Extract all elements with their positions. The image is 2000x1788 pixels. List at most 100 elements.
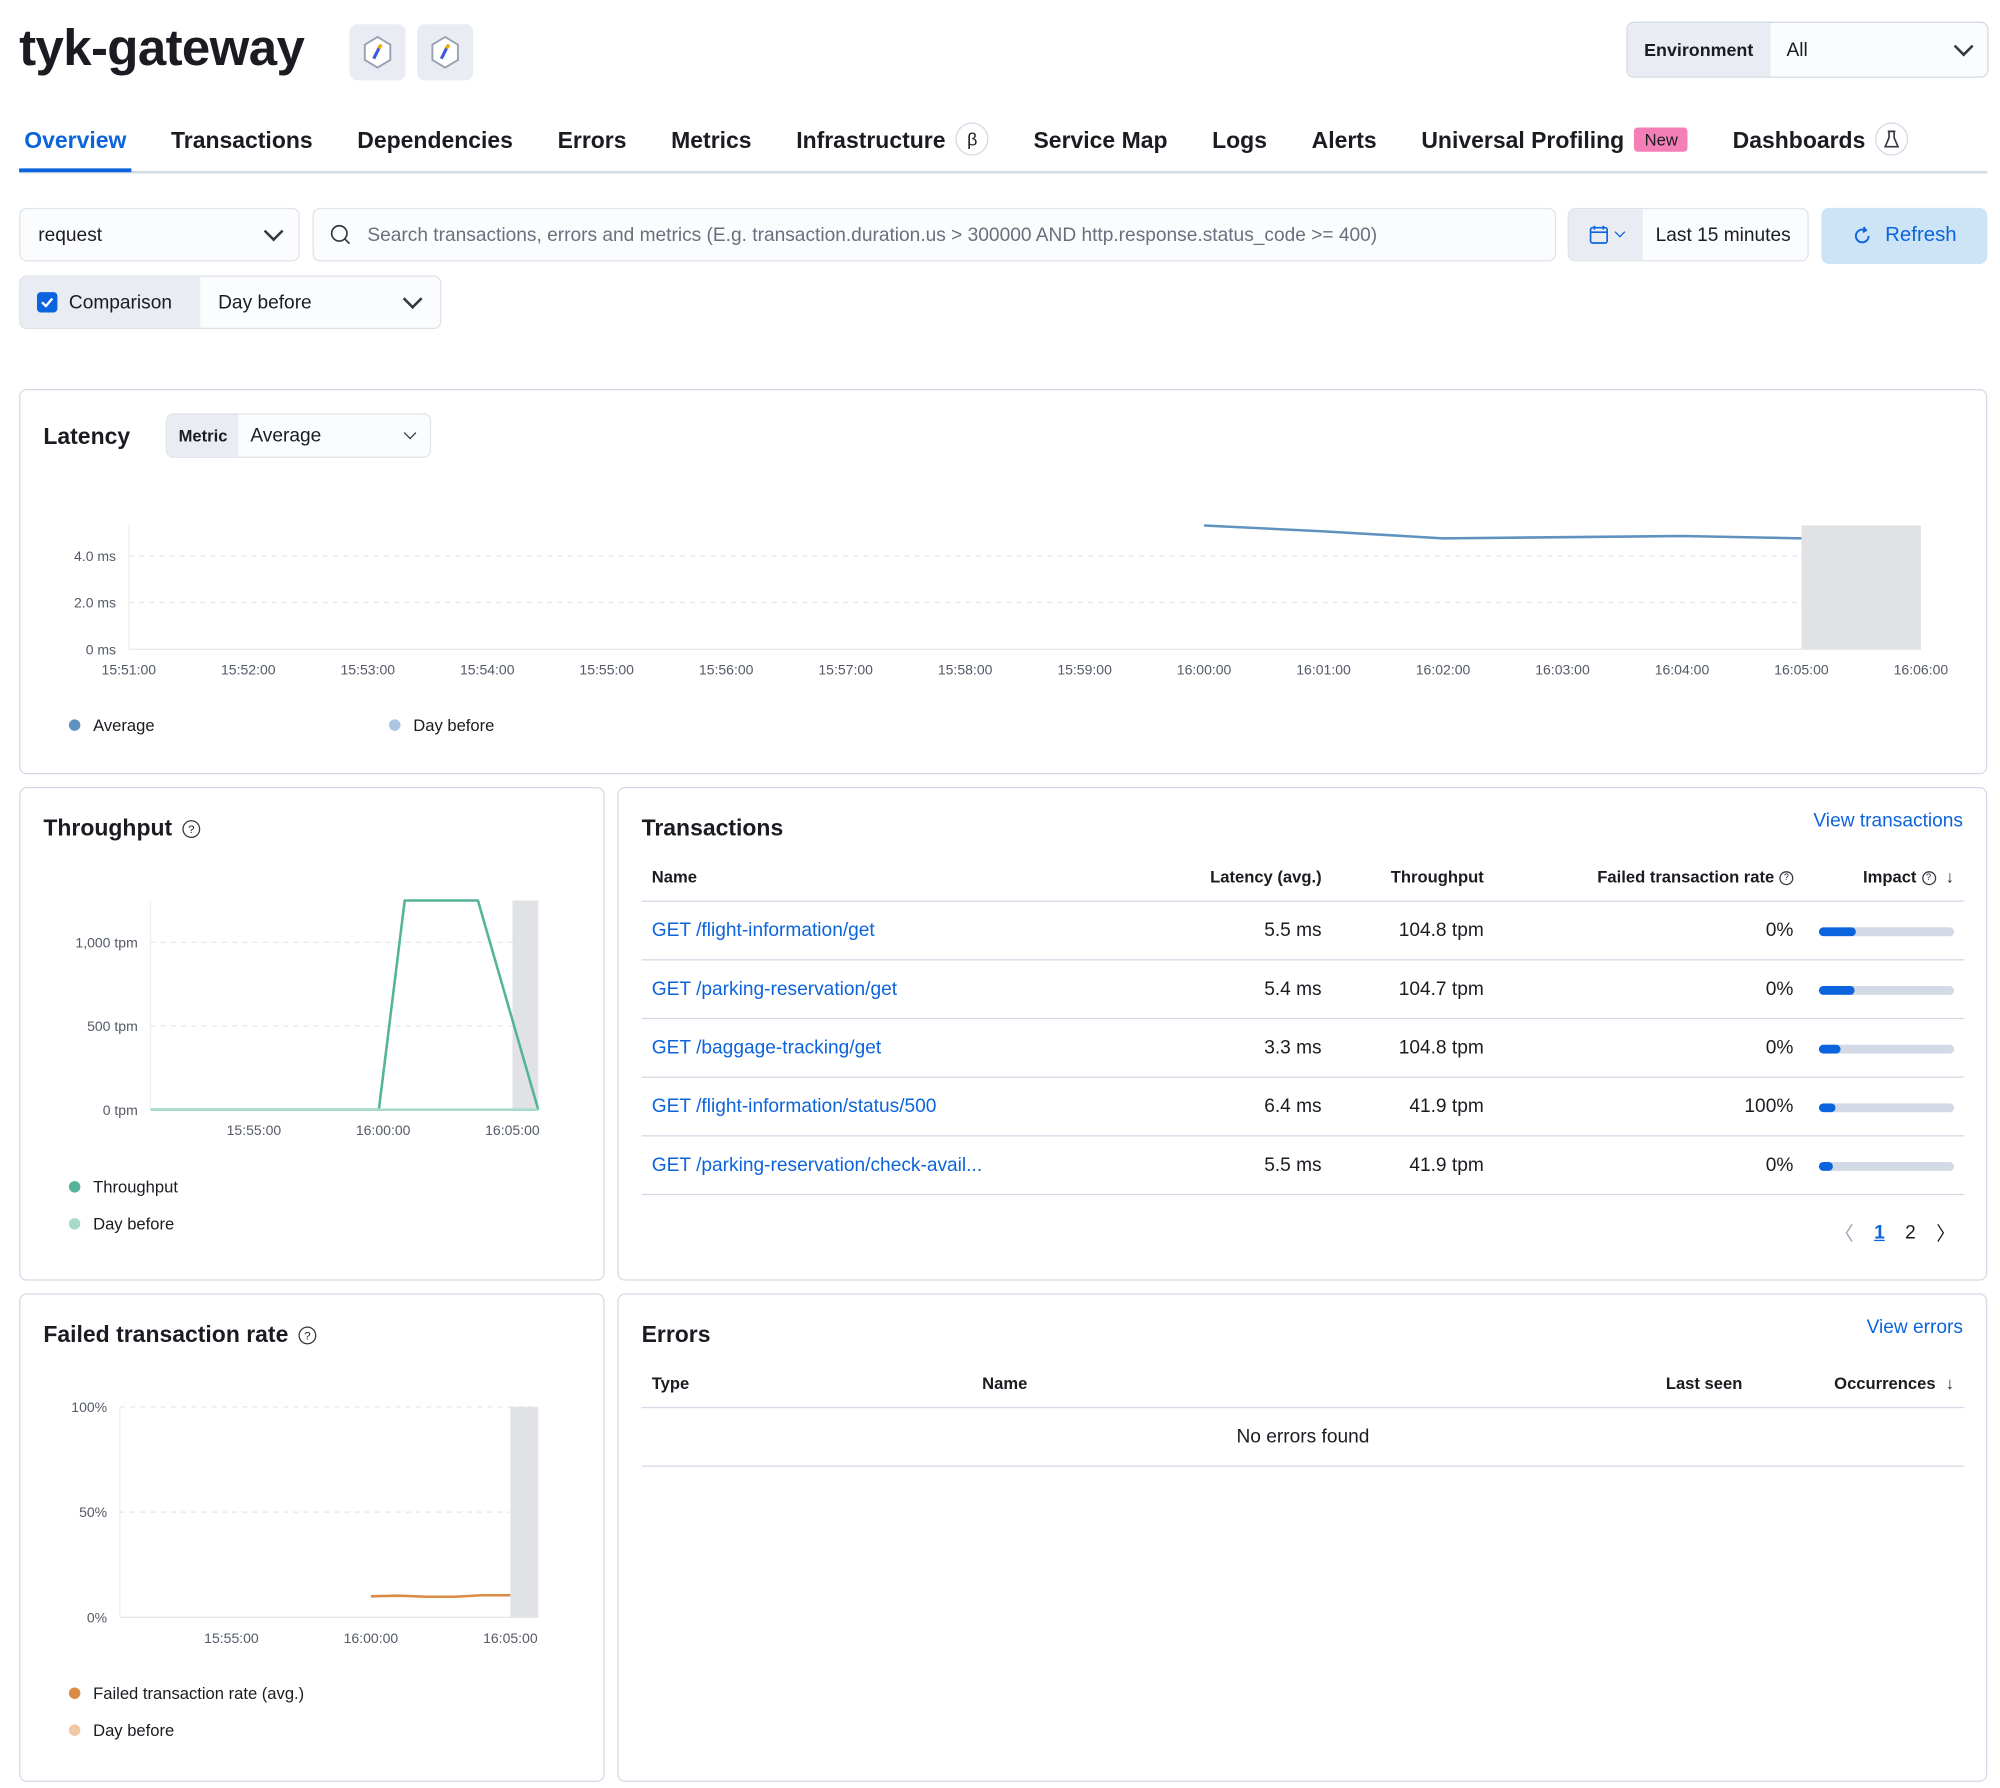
failed-rate-cell: 100% xyxy=(1494,1077,1804,1137)
x-tick-label: 15:55:00 xyxy=(204,1630,259,1646)
page-1[interactable]: 1 xyxy=(1874,1222,1885,1244)
comparison-select[interactable]: Day before xyxy=(200,289,440,313)
tab-bar: Overview Transactions Dependencies Error… xyxy=(19,117,1988,174)
transaction-type-select[interactable]: request xyxy=(19,207,300,262)
tab-dependencies[interactable]: Dependencies xyxy=(352,117,518,168)
transaction-link[interactable]: GET /parking-reservation/check-avail... xyxy=(652,1154,982,1176)
tab-infrastructure[interactable]: Infrastructure β xyxy=(791,117,994,168)
tab-dashboards[interactable]: Dashboards xyxy=(1728,117,1914,168)
help-icon[interactable]: ? xyxy=(182,820,201,839)
legend-item-failed-rate[interactable]: Failed transaction rate (avg.) xyxy=(68,1684,304,1703)
x-tick-label: 15:52:00 xyxy=(221,662,276,678)
agent-icon[interactable] xyxy=(417,24,474,81)
calendar-button[interactable] xyxy=(1568,209,1643,261)
next-page-icon[interactable]: 〉 xyxy=(1936,1219,1955,1246)
transaction-link[interactable]: GET /flight-information/get xyxy=(652,920,875,942)
impact-bar xyxy=(1818,1044,1955,1053)
column-header-type[interactable]: Type xyxy=(641,1358,972,1409)
column-header-name[interactable]: Name xyxy=(971,1358,1287,1409)
view-errors-link[interactable]: View errors xyxy=(1867,1316,1963,1338)
view-transactions-link[interactable]: View transactions xyxy=(1813,810,1963,832)
comparison-toggle[interactable]: Comparison xyxy=(20,276,201,328)
pagination: 〈 1 2 〉 xyxy=(1835,1219,1956,1246)
help-icon[interactable]: ? xyxy=(1921,870,1936,885)
tab-transactions[interactable]: Transactions xyxy=(166,117,318,168)
y-tick-label: 0 tpm xyxy=(103,1102,138,1118)
failed-rate-cell: 0% xyxy=(1494,1018,1804,1078)
tab-universal-profiling[interactable]: Universal Profiling New xyxy=(1416,117,1693,168)
table-row: GET /parking-reservation/check-avail... … xyxy=(641,1135,1965,1196)
legend-item-day-before[interactable]: Day before xyxy=(68,1214,174,1233)
sort-descending-icon[interactable]: ↓ xyxy=(1946,867,1954,886)
impact-bar xyxy=(1818,1161,1955,1171)
checkbox-checked-icon[interactable] xyxy=(36,292,58,313)
chevron-down-icon xyxy=(263,221,284,242)
latency-cell: 5.5 ms xyxy=(1143,1135,1332,1196)
table-row: GET /flight-information/get 5.5 ms 104.8… xyxy=(641,901,1965,961)
x-tick-label: 15:54:00 xyxy=(460,662,515,678)
tab-logs[interactable]: Logs xyxy=(1207,117,1272,168)
transaction-link[interactable]: GET /parking-reservation/get xyxy=(652,978,897,1000)
refresh-icon xyxy=(1854,226,1870,244)
errors-title: Errors xyxy=(641,1321,711,1347)
impact-bar xyxy=(1818,926,1955,936)
x-tick-label: 16:01:00 xyxy=(1296,662,1351,678)
y-tick-label: 500 tpm xyxy=(87,1018,138,1034)
x-tick-label: 15:55:00 xyxy=(227,1122,282,1138)
x-tick-label: 16:06:00 xyxy=(1894,662,1949,678)
metric-value: Average xyxy=(250,424,322,447)
legend-item-day-before[interactable]: Day before xyxy=(389,716,494,735)
y-tick-label: 2.0 ms xyxy=(74,595,116,611)
latency-cell: 6.4 ms xyxy=(1143,1077,1332,1137)
x-tick-label: 16:04:00 xyxy=(1655,662,1710,678)
legend-item-average[interactable]: Average xyxy=(68,716,155,735)
legend-item-day-before[interactable]: Day before xyxy=(68,1721,174,1740)
column-header-failed-rate[interactable]: Failed transaction rate? xyxy=(1494,852,1804,902)
column-header-throughput[interactable]: Throughput xyxy=(1331,852,1495,902)
legend-dot xyxy=(389,719,401,731)
environment-value: All xyxy=(1786,38,1808,61)
refresh-button[interactable]: Refresh xyxy=(1821,207,1988,265)
new-badge: New xyxy=(1634,127,1689,152)
legend-dot xyxy=(68,719,81,731)
sort-descending-icon[interactable]: ↓ xyxy=(1946,1373,1954,1392)
throughput-cell: 41.9 tpm xyxy=(1331,1135,1495,1196)
y-tick-label: 0% xyxy=(87,1609,107,1625)
transaction-link[interactable]: GET /flight-information/status/500 xyxy=(652,1096,937,1118)
column-header-latency[interactable]: Latency (avg.) xyxy=(1143,852,1332,902)
latency-cell: 3.3 ms xyxy=(1143,1018,1332,1078)
time-range-picker[interactable]: Last 15 minutes xyxy=(1567,207,1809,262)
previous-page-icon[interactable]: 〈 xyxy=(1835,1219,1854,1246)
help-icon[interactable]: ? xyxy=(298,1326,317,1345)
column-header-occurrences[interactable]: Occurrences ↓ xyxy=(1752,1358,1965,1409)
tab-service-map[interactable]: Service Map xyxy=(1028,117,1172,168)
transaction-link[interactable]: GET /baggage-tracking/get xyxy=(652,1037,881,1059)
page-title: tyk-gateway xyxy=(19,20,305,77)
flask-icon xyxy=(1875,122,1909,156)
column-header-last-seen[interactable]: Last seen xyxy=(1286,1358,1753,1409)
metric-select[interactable]: Metric Average xyxy=(165,413,432,458)
help-icon[interactable]: ? xyxy=(1779,870,1794,885)
time-range-value: Last 15 minutes xyxy=(1655,223,1791,246)
column-header-impact[interactable]: Impact? ↓ xyxy=(1803,852,1965,902)
legend-item-throughput[interactable]: Throughput xyxy=(68,1177,178,1196)
x-tick-label: 16:00:00 xyxy=(344,1630,399,1646)
tab-alerts[interactable]: Alerts xyxy=(1307,117,1382,168)
empty-state: No errors found xyxy=(641,1407,1965,1467)
tab-overview[interactable]: Overview xyxy=(19,117,132,173)
incomplete-bucket-shading xyxy=(1801,525,1921,650)
tab-metrics[interactable]: Metrics xyxy=(666,117,757,168)
tab-errors[interactable]: Errors xyxy=(552,117,631,168)
service-icon[interactable] xyxy=(349,24,406,81)
column-header-name[interactable]: Name xyxy=(641,852,1144,902)
y-tick-label: 4.0 ms xyxy=(74,548,116,564)
search-input[interactable]: Search transactions, errors and metrics … xyxy=(312,207,1557,262)
x-tick-label: 16:05:00 xyxy=(485,1122,540,1138)
environment-select[interactable]: Environment All xyxy=(1626,21,1989,78)
errors-table: Type Name Last seen Occurrences ↓ No erro… xyxy=(641,1358,1965,1467)
legend-dot xyxy=(68,1181,81,1193)
y-tick-label: 1,000 tpm xyxy=(75,934,137,950)
x-tick-label: 15:56:00 xyxy=(699,662,754,678)
page-2[interactable]: 2 xyxy=(1905,1222,1916,1244)
throughput-cell: 104.7 tpm xyxy=(1331,959,1495,1020)
